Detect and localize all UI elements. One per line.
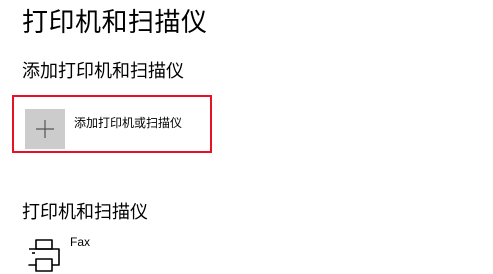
page-title: 打印机和扫描仪 [22, 8, 208, 38]
add-icon-tile [25, 109, 65, 149]
plus-icon [36, 120, 54, 138]
add-printer-scanner-label: 添加打印机或扫描仪 [74, 116, 183, 130]
printers-section-heading: 打印机和扫描仪 [22, 202, 148, 223]
device-name: Fax [70, 235, 91, 249]
device-item-fax[interactable]: Fax [22, 230, 262, 274]
add-printer-scanner-button[interactable]: 添加打印机或扫描仪 [12, 95, 212, 153]
add-section-heading: 添加打印机和扫描仪 [22, 61, 184, 82]
printer-icon [26, 234, 62, 274]
